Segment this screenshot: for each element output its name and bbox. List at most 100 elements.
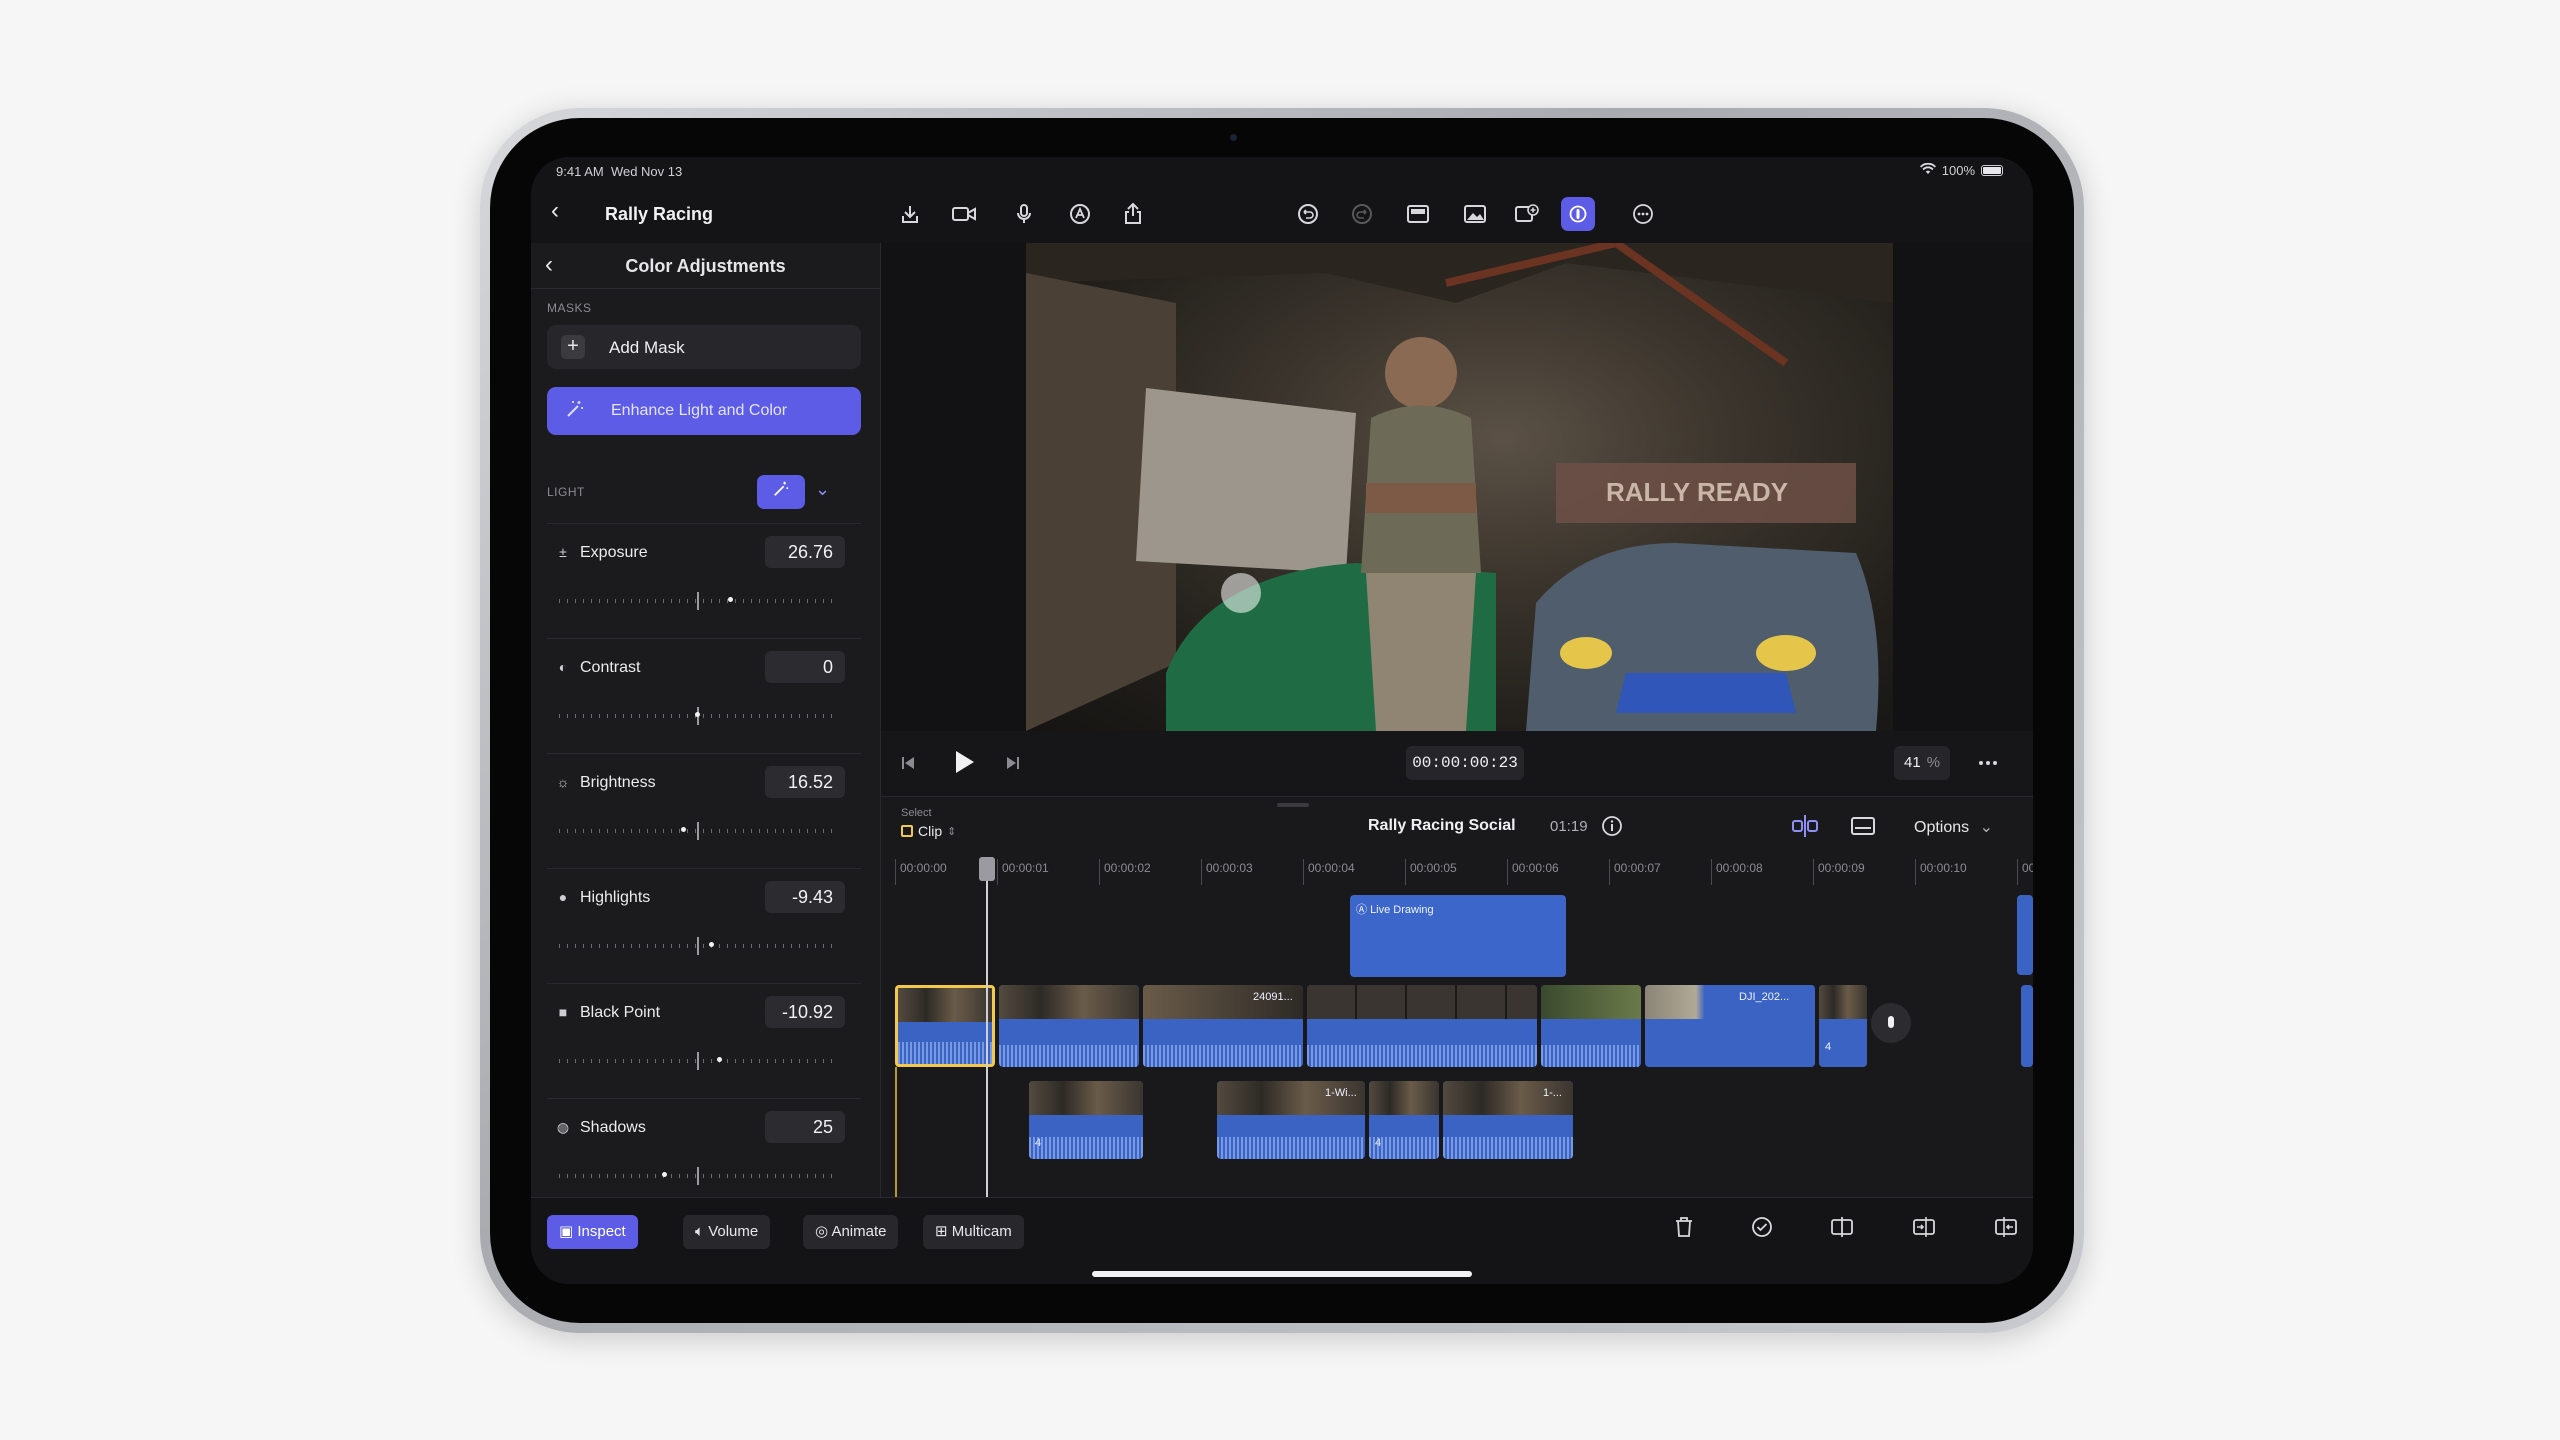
share-icon[interactable] (1116, 197, 1150, 231)
options-label: Options (1914, 819, 1970, 836)
animate-button[interactable]: ◎ Animate (803, 1215, 899, 1249)
play-icon[interactable] (951, 747, 977, 782)
connected-clip[interactable]: 1-Wi... (1217, 1081, 1365, 1159)
timeline-ruler[interactable]: 00:00:00 00:00:01 00:00:02 00:00:03 00:00:04… (881, 855, 2033, 889)
animate-icon: ◎ (815, 1223, 829, 1240)
black-point-icon: ■ (558, 1004, 568, 1020)
slider-knob[interactable] (661, 1172, 667, 1177)
trim-end-icon[interactable] (1989, 1215, 2023, 1249)
timeline-clip[interactable]: 4 (1819, 985, 1867, 1067)
timeline-clip[interactable] (999, 985, 1139, 1067)
adjustment-row: ± Exposure 26.76 (547, 523, 861, 635)
status-right: 100% (1919, 162, 2003, 178)
timeline-clip[interactable]: DJI_202... (1645, 985, 1815, 1067)
video-preview[interactable]: RALLY READY (1026, 243, 1893, 731)
connected-clip[interactable]: 1-... (1443, 1081, 1573, 1159)
timeline: Select Clip ⇕ Rally Racing Social 01:19 … (881, 797, 2033, 1197)
wifi-icon (1919, 162, 1936, 178)
auto-light-wand-icon[interactable] (757, 475, 805, 509)
camera-icon[interactable] (947, 197, 981, 231)
timeline-grabber[interactable] (1277, 803, 1309, 807)
slider-center-mark (697, 1167, 699, 1185)
connected-clip[interactable]: 4 (1369, 1081, 1439, 1159)
select-value: Clip (918, 823, 943, 839)
adjustment-row: ☼ Brightness 16.52 (547, 753, 861, 865)
connected-clip-edge[interactable] (2017, 895, 2033, 975)
timeline-clip-edge[interactable] (2021, 985, 2033, 1067)
adjustment-value-field[interactable]: -10.92 (765, 996, 845, 1028)
add-media-icon[interactable] (1510, 197, 1544, 231)
inspect-button[interactable]: ▣ Inspect (547, 1215, 638, 1249)
slider-knob[interactable] (695, 712, 700, 717)
timeline-clip[interactable] (1307, 985, 1537, 1067)
timeline-clip[interactable]: 24091... (1143, 985, 1303, 1067)
adjustment-slider[interactable] (559, 707, 835, 725)
timeline-zoom-button[interactable] (1871, 1003, 1911, 1043)
adjustment-slider[interactable] (559, 1052, 835, 1070)
select-clip-dropdown[interactable]: Clip ⇕ (901, 823, 956, 839)
timeline-clip[interactable] (1541, 985, 1641, 1067)
import-icon[interactable] (893, 197, 927, 231)
adjustment-slider[interactable] (559, 937, 835, 955)
battery-icon (1981, 165, 2003, 176)
viewer-more-icon[interactable] (1976, 749, 2000, 782)
zoom-level[interactable]: 41% (1894, 746, 1950, 780)
magic-wand-icon (565, 399, 585, 425)
enhance-light-color-button[interactable]: Enhance Light and Color (547, 387, 861, 435)
multicam-button[interactable]: ⊞ Multicam (923, 1215, 1024, 1249)
playhead-handle[interactable] (979, 857, 995, 881)
connected-clip[interactable]: 4 (1029, 1081, 1143, 1159)
split-icon[interactable] (1825, 1215, 1859, 1249)
clip-appearance-icon[interactable] (1849, 813, 1877, 844)
adjustment-slider[interactable] (559, 592, 835, 610)
clip-thumbnails (1819, 985, 1867, 1019)
more-icon[interactable] (1626, 197, 1660, 231)
enhance-label: Enhance Light and Color (611, 402, 788, 419)
undo-icon[interactable] (1291, 197, 1325, 231)
adjustment-value-field[interactable]: 26.76 (765, 536, 845, 568)
timeline-header: Select Clip ⇕ Rally Racing Social 01:19 … (881, 797, 2033, 855)
ruler-tick: 00:00:10 (1915, 859, 1967, 885)
ruler-tick: 00:0 (2017, 859, 2033, 885)
adjustment-value-field[interactable]: 25 (765, 1111, 845, 1143)
options-chevron-down-icon: ⌄ (1979, 819, 1993, 836)
knob-icon (1888, 1016, 1894, 1028)
microphone-icon[interactable] (1007, 197, 1041, 231)
info-icon[interactable] (1601, 815, 1623, 842)
pencil-small-icon: Ⓐ (1356, 904, 1367, 916)
back-chevron-icon[interactable]: ‹ (551, 197, 559, 225)
photo-icon[interactable] (1458, 197, 1492, 231)
add-mask-button[interactable]: + Add Mask (547, 325, 861, 369)
home-indicator[interactable] (1092, 1271, 1472, 1277)
snapping-icon[interactable] (1789, 813, 1821, 844)
slider-knob[interactable] (681, 827, 687, 832)
slider-knob[interactable] (728, 597, 734, 602)
slider-knob[interactable] (717, 1057, 723, 1062)
slider-knob[interactable] (708, 942, 714, 947)
selected-clip[interactable] (895, 985, 995, 1067)
live-drawing-clip[interactable]: Ⓐ Live Drawing (1350, 895, 1566, 977)
video-frame-image: RALLY READY (1026, 243, 1893, 731)
trash-icon[interactable] (1667, 1215, 1701, 1249)
playhead[interactable] (986, 859, 988, 1197)
skip-forward-icon[interactable] (1004, 749, 1022, 782)
trim-start-icon[interactable] (1907, 1215, 1941, 1249)
adjustment-value-field[interactable]: 0 (765, 651, 845, 683)
adjustment-value-field[interactable]: -9.43 (765, 881, 845, 913)
adjustment-slider[interactable] (559, 1167, 835, 1185)
layout-icon[interactable] (1401, 197, 1435, 231)
pencil-icon[interactable] (1063, 197, 1097, 231)
adjustment-slider[interactable] (559, 822, 835, 840)
checkmark-circle-icon[interactable] (1745, 1215, 1779, 1249)
adjustment-value-field[interactable]: 16.52 (765, 766, 845, 798)
volume-button[interactable]: 🔈︎ Volume (683, 1215, 771, 1249)
ruler-tick: 00:00:01 (997, 859, 1049, 885)
skip-back-icon[interactable] (899, 749, 917, 782)
redo-icon[interactable] (1345, 197, 1379, 231)
clip-label: 24091... (1253, 991, 1293, 1003)
options-dropdown[interactable]: Options ⌄ (1914, 817, 1993, 837)
adjustment-name: Highlights (580, 889, 651, 906)
inspector-icon[interactable] (1561, 197, 1595, 231)
light-chevron-down-icon[interactable]: ⌄ (815, 479, 830, 500)
brightness-icon: ☼ (556, 774, 570, 790)
